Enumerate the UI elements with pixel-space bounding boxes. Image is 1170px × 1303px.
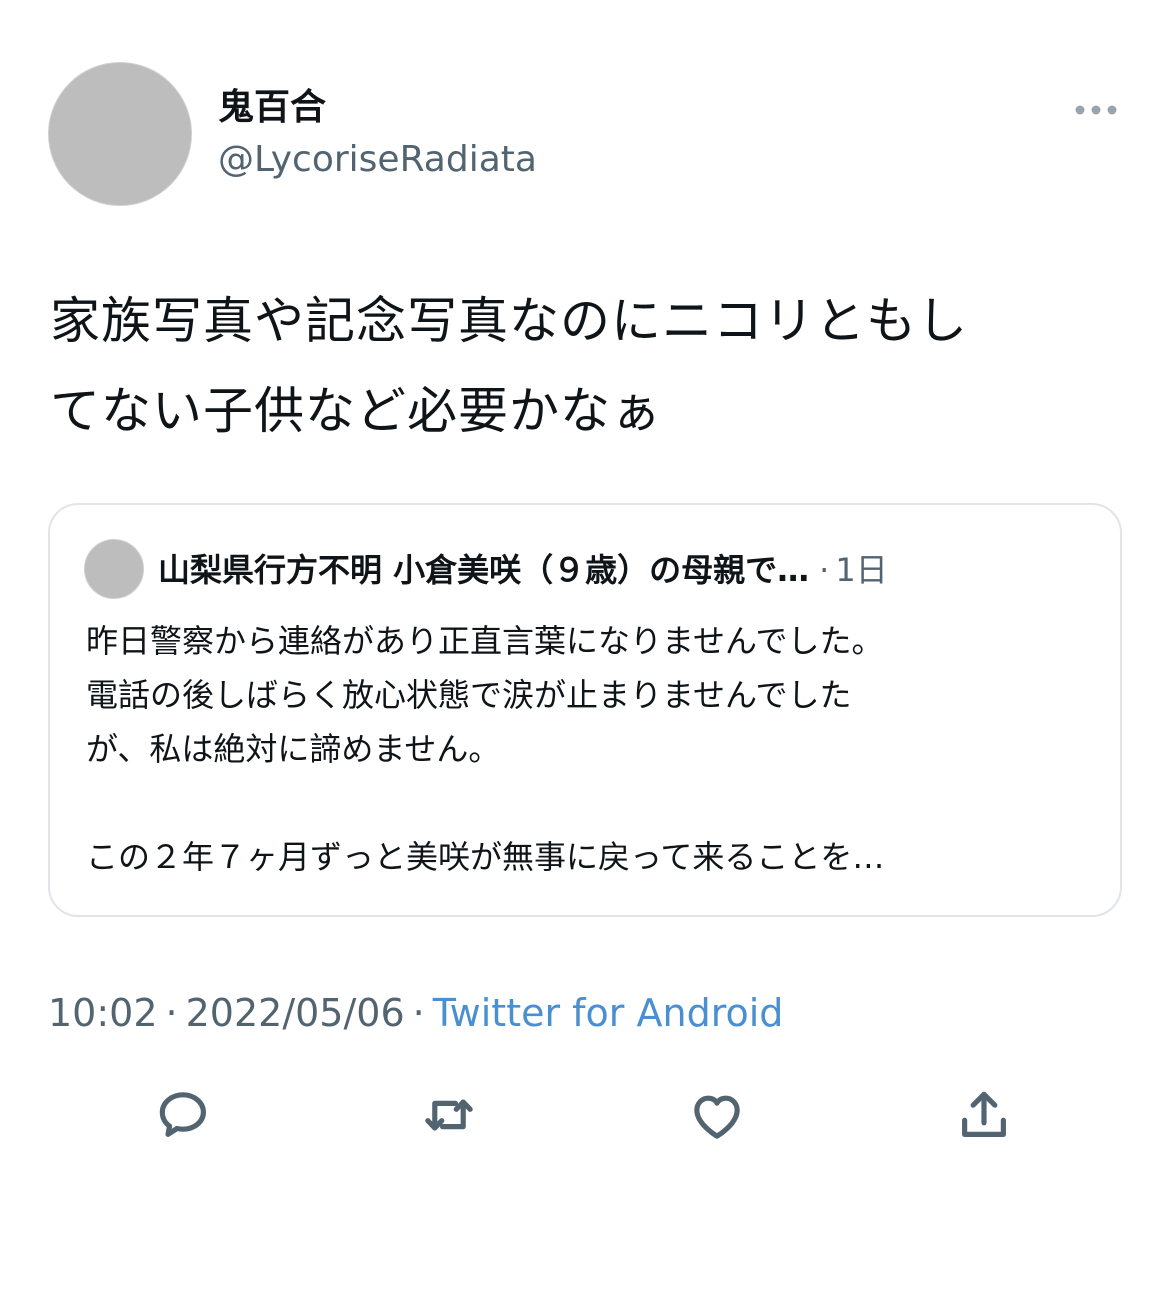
tweet-text: 家族写真や記念写真なのにニコリともし てない子供など必要かなぁ bbox=[50, 292, 968, 440]
meta-dot: · bbox=[165, 991, 178, 1035]
author-handle[interactable]: @LycoriseRadiata bbox=[218, 138, 537, 182]
author-avatar[interactable] bbox=[48, 62, 192, 206]
like-icon bbox=[694, 1095, 740, 1139]
quoted-tweet-header: 山梨県行方不明 小倉美咲（９歳）の母親で… · 1日 bbox=[158, 546, 1088, 594]
retweet-button[interactable] bbox=[414, 1080, 484, 1150]
meta-dot: · bbox=[412, 991, 425, 1035]
tweet-date: 2022/05/06 bbox=[185, 991, 405, 1035]
author-name[interactable]: 鬼百合 bbox=[218, 86, 326, 130]
reply-button[interactable] bbox=[148, 1080, 218, 1150]
tweet-source-link[interactable]: Twitter for Android bbox=[433, 991, 784, 1035]
tweet-meta: 10:02 · 2022/05/06 · Twitter for Android bbox=[48, 988, 783, 1038]
share-button[interactable] bbox=[949, 1080, 1019, 1150]
quoted-separator: · bbox=[819, 551, 830, 589]
quoted-tweet-text: 昨日警察から連絡があり正直言葉になりませんでした。 電話の後しばらく放心状態で涙… bbox=[86, 622, 885, 876]
more-options-button[interactable] bbox=[1066, 92, 1126, 128]
quoted-author-avatar[interactable] bbox=[84, 539, 144, 599]
reply-icon bbox=[159, 1092, 206, 1137]
tweet-time: 10:02 bbox=[48, 991, 158, 1035]
quoted-author-name[interactable]: 山梨県行方不明 小倉美咲（９歳）の母親で… bbox=[158, 546, 809, 594]
quoted-time[interactable]: 1日 bbox=[835, 546, 887, 594]
more-dots-icon bbox=[1075, 105, 1117, 115]
like-button[interactable] bbox=[682, 1080, 752, 1150]
retweet-icon bbox=[425, 1099, 473, 1131]
share-icon bbox=[962, 1091, 1006, 1137]
